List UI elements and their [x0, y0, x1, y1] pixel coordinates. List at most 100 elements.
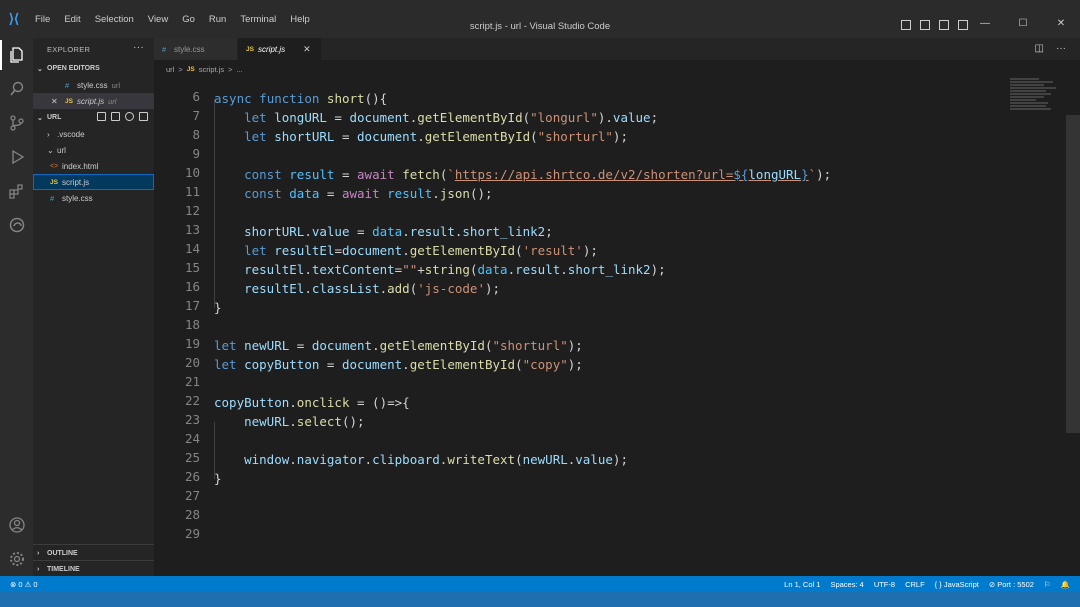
code-line: let shortURL = document.getElementById("…	[244, 129, 628, 144]
problems-indicator[interactable]: ⊗ 0 ⚠ 0	[10, 580, 38, 589]
code-line: newURL.select();	[244, 414, 365, 429]
line-number: 29	[184, 526, 200, 541]
tree-item-script-js[interactable]: JS script.js	[33, 174, 154, 190]
breadcrumb-folder[interactable]: url	[166, 65, 174, 74]
menu-item-terminal[interactable]: Terminal	[233, 14, 283, 25]
code-line: copyButton.onclick = ()=>{	[214, 395, 410, 410]
menu-item-selection[interactable]: Selection	[88, 14, 141, 25]
open-editors-section[interactable]: ⌄ OPEN EDITORS	[33, 60, 154, 77]
source-control-icon[interactable]	[0, 106, 33, 140]
chevron-down-icon: ⌄	[37, 114, 43, 122]
feedback-icon[interactable]: ⚐	[1044, 580, 1051, 589]
maximize-button[interactable]: ☐	[1004, 18, 1042, 29]
code-line: resultEl.classList.add('js-code');	[244, 281, 501, 296]
line-number: 10	[184, 165, 200, 180]
live-server-port[interactable]: ⊘ Port : 5502	[989, 580, 1034, 589]
line-number: 5	[154, 78, 200, 79]
new-file-icon[interactable]	[97, 112, 106, 121]
window-controls: — ☐ ✕	[966, 18, 1080, 29]
code-line: shortURL.value = data.result.short_link2…	[244, 224, 553, 239]
line-number: 26	[184, 469, 200, 484]
split-editor-icon[interactable]: ◫	[1035, 43, 1044, 54]
minimap[interactable]	[1010, 78, 1058, 118]
tab-label: style.css	[174, 44, 205, 54]
close-tab-icon[interactable]: ✕	[303, 44, 311, 55]
notifications-bell-icon[interactable]: 🔔	[1061, 580, 1070, 589]
tree-item-index-html[interactable]: <> index.html	[33, 158, 154, 174]
timeline-section[interactable]: › TIMELINE	[33, 561, 154, 577]
line-number: 23	[184, 412, 200, 427]
line-number: 22	[184, 393, 200, 408]
open-editor-item[interactable]: ✕ JS script.js url	[33, 93, 154, 109]
tree-item-style-css[interactable]: # style.css	[33, 190, 154, 206]
outline-label: OUTLINE	[47, 550, 78, 557]
more-actions-icon[interactable]: ···	[133, 42, 144, 53]
explorer-icon[interactable]	[0, 38, 33, 72]
js-file-icon: JS	[186, 65, 195, 73]
tree-item-vscode[interactable]: › .vscode	[33, 126, 154, 142]
chevron-right-icon: ›	[47, 129, 50, 139]
settings-gear-icon[interactable]	[0, 542, 33, 576]
code-line: window.navigator.clipboard.writeText(new…	[244, 452, 628, 467]
tree-item-label: style.css	[62, 193, 93, 203]
encoding[interactable]: UTF-8	[874, 580, 895, 589]
accounts-icon[interactable]	[0, 508, 33, 542]
run-debug-icon[interactable]	[0, 140, 33, 174]
more-actions-icon[interactable]: ···	[1056, 43, 1066, 54]
line-number: 18	[184, 317, 200, 332]
refresh-icon[interactable]	[125, 112, 134, 121]
toggle-panel-icon[interactable]	[920, 20, 930, 30]
code-line: let copyButton = document.getElementById…	[214, 357, 583, 372]
collapse-all-icon[interactable]	[139, 112, 148, 121]
menu-item-run[interactable]: Run	[202, 14, 233, 25]
minimize-button[interactable]: —	[966, 18, 1004, 29]
tree-item-url-folder[interactable]: ⌄ url	[33, 142, 154, 158]
status-bar: ⊗ 0 ⚠ 0 Ln 1, Col 1 Spaces: 4 UTF-8 CRLF…	[0, 576, 1080, 592]
close-button[interactable]: ✕	[1042, 18, 1080, 29]
menu-item-edit[interactable]: Edit	[57, 14, 87, 25]
new-folder-icon[interactable]	[111, 112, 120, 121]
line-number: 19	[184, 336, 200, 351]
edge-devtools-icon[interactable]	[0, 208, 33, 242]
cursor-position[interactable]: Ln 1, Col 1	[784, 580, 820, 589]
breadcrumb-symbol[interactable]: ...	[237, 65, 243, 74]
line-number: 25	[184, 450, 200, 465]
css-file-icon: #	[50, 193, 55, 203]
menu-item-view[interactable]: View	[141, 14, 175, 25]
toggle-primary-sidebar-icon[interactable]	[901, 20, 911, 30]
menu-item-file[interactable]: File	[28, 14, 57, 25]
line-number: 27	[184, 488, 200, 503]
close-editor-icon[interactable]: ✕	[51, 97, 65, 106]
code-line: resultEl.textContent=""+string(data.resu…	[244, 262, 666, 277]
extensions-icon[interactable]	[0, 174, 33, 208]
chevron-right-icon: ›	[37, 565, 40, 573]
line-number: 20	[184, 355, 200, 370]
language-mode[interactable]: { } JavaScript	[935, 580, 979, 589]
line-endings[interactable]: CRLF	[905, 580, 925, 589]
search-icon[interactable]	[0, 72, 33, 106]
toggle-secondary-sidebar-icon[interactable]	[939, 20, 949, 30]
indentation[interactable]: Spaces: 4	[830, 580, 863, 589]
vertical-scrollbar[interactable]	[1066, 115, 1080, 433]
taskbar-strip	[0, 592, 1080, 607]
menu-item-go[interactable]: Go	[175, 14, 202, 25]
html-file-icon: <>	[50, 162, 59, 170]
tab-label: script.js	[258, 44, 286, 54]
code-line: const result = await fetch(`https://api.…	[244, 167, 832, 182]
tab-script-js[interactable]: JS script.js ✕	[238, 38, 322, 60]
open-editor-item[interactable]: # style.css url	[33, 77, 154, 93]
folder-section-url[interactable]: ⌄ URL	[33, 109, 154, 126]
menu-item-help[interactable]: Help	[283, 14, 317, 25]
css-file-icon: #	[65, 80, 70, 90]
breadcrumb-file[interactable]: script.js	[199, 65, 224, 74]
line-number: 9	[192, 146, 200, 161]
code-editor[interactable]: 5 6 7 8 9 10 11 12 13 14 15 16 17 18 19 20 21 22 23 24 25 26 2…	[154, 78, 1080, 576]
line-number: 13	[184, 222, 200, 237]
open-editor-desc: url	[108, 96, 117, 106]
line-number: 8	[192, 127, 200, 142]
tab-style-css[interactable]: # style.css	[154, 38, 238, 60]
vscode-logo-icon: ⟩⟨	[8, 11, 20, 26]
code-line: const data = await result.json();	[244, 186, 493, 201]
line-number: 21	[184, 374, 200, 389]
line-number: 14	[184, 241, 200, 256]
